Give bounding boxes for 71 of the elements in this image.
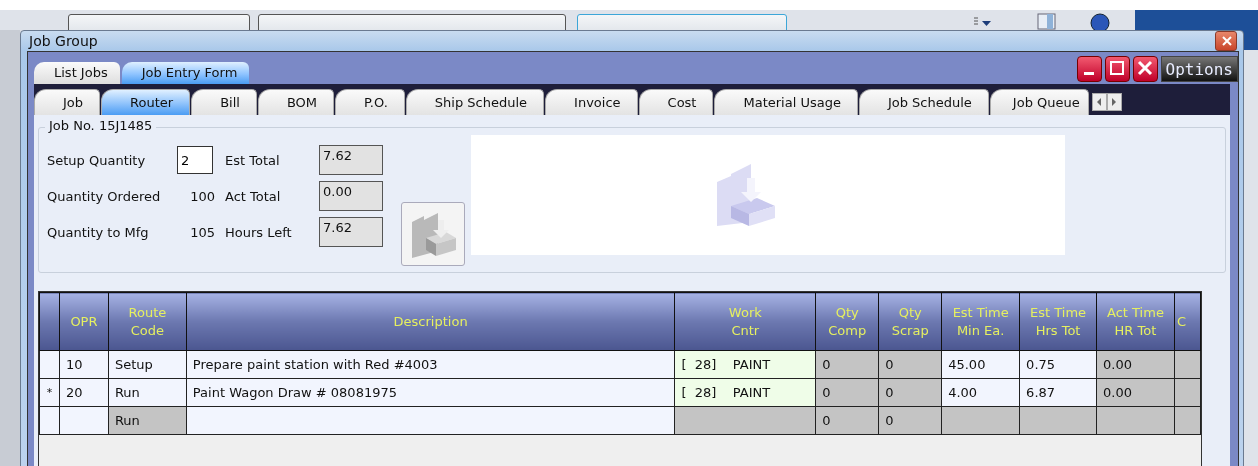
load-image-button[interactable] [401, 202, 465, 266]
minimize-button[interactable] [1076, 56, 1102, 82]
tab[interactable]: Job Schedule [858, 89, 989, 115]
column-header: OPR [59, 292, 109, 351]
maximize-button[interactable] [1104, 56, 1130, 82]
column-header: Act Time HR Tot [1096, 292, 1175, 351]
column-header [39, 292, 60, 351]
tab[interactable]: Job Entry Form [121, 62, 250, 84]
tab[interactable]: Cost [638, 89, 714, 115]
field-label: Quantity to Mfg [47, 224, 150, 240]
readonly-field: 7.62 [319, 145, 383, 175]
readonly-field: 7.62 [319, 217, 383, 247]
column-header: C [1174, 292, 1201, 351]
tab[interactable]: Ship Schedule [405, 89, 545, 115]
tab[interactable]: Bill [191, 89, 257, 115]
column-header: Qty Comp [815, 292, 879, 351]
tab[interactable]: Router [101, 89, 191, 115]
table-cell: 0.75 [1019, 350, 1097, 379]
table-cell: 0 [815, 350, 879, 379]
table-cell: Run [108, 406, 187, 435]
column-header: Qty Scrap [878, 292, 942, 351]
field-label: Hours Left [225, 224, 293, 240]
tab[interactable]: Material Usage [714, 89, 858, 115]
table-cell: 6.87 [1019, 378, 1097, 407]
tab[interactable]: Job [34, 89, 101, 115]
table-cell: 0 [815, 406, 879, 435]
column-header: Est Time Min Ea. [941, 292, 1020, 351]
table-cell: [ 28] PAINT [674, 350, 816, 379]
table-cell: Run [108, 378, 187, 407]
table-cell: [ 28] PAINT [674, 378, 816, 407]
table-cell: 0.00 [1096, 378, 1175, 407]
group-title: Job No. 15J1485 [45, 118, 157, 133]
close-icon [1137, 59, 1154, 76]
field-label: Est Total [225, 152, 281, 168]
tab[interactable]: List Jobs [34, 62, 120, 84]
readonly-field: 0.00 [319, 181, 383, 211]
column-header: Route Code [108, 292, 187, 351]
table-cell: Prepare paint station with Red #4003 [186, 350, 675, 379]
tab[interactable]: Invoice [545, 89, 638, 115]
options-button[interactable]: Options [1160, 56, 1238, 82]
row-marker [39, 406, 60, 435]
tab[interactable]: Job Queue [989, 89, 1089, 115]
table-cell: 0 [878, 350, 942, 379]
table-cell: 0 [878, 406, 942, 435]
field-label: Act Total [225, 188, 282, 204]
field-value: 100 [189, 188, 216, 204]
table-cell: 4.00 [941, 378, 1020, 407]
tab[interactable]: BOM [257, 89, 335, 115]
table-cell: 0 [815, 378, 879, 407]
column-header: Description [186, 292, 675, 351]
tab[interactable]: P.O. [335, 89, 405, 115]
close-icon [1222, 35, 1232, 46]
minimize-icon [1084, 72, 1095, 75]
table-cell: Setup [108, 350, 187, 379]
close-button[interactable] [1132, 56, 1158, 82]
column-header: Work Cntr [674, 292, 816, 351]
window-title: Job Group [29, 33, 98, 49]
table-cell: 0.00 [1096, 350, 1175, 379]
field-value: 105 [189, 224, 216, 240]
row-marker: * [39, 378, 60, 407]
table-cell: 45.00 [941, 350, 1020, 379]
setup-quantity-field[interactable]: 2 [177, 146, 213, 174]
field-label: Setup Quantity [47, 152, 147, 168]
field-label: Quantity Ordered [47, 188, 162, 204]
close-button[interactable] [1215, 31, 1237, 51]
column-header: Est Time Hrs Tot [1019, 292, 1097, 351]
maximize-icon [1109, 59, 1126, 76]
table-cell: 0 [878, 378, 942, 407]
scroll-left-button[interactable] [1091, 93, 1107, 111]
row-marker [39, 350, 60, 379]
table-cell: Paint Wagon Draw # 08081975 [186, 378, 675, 407]
